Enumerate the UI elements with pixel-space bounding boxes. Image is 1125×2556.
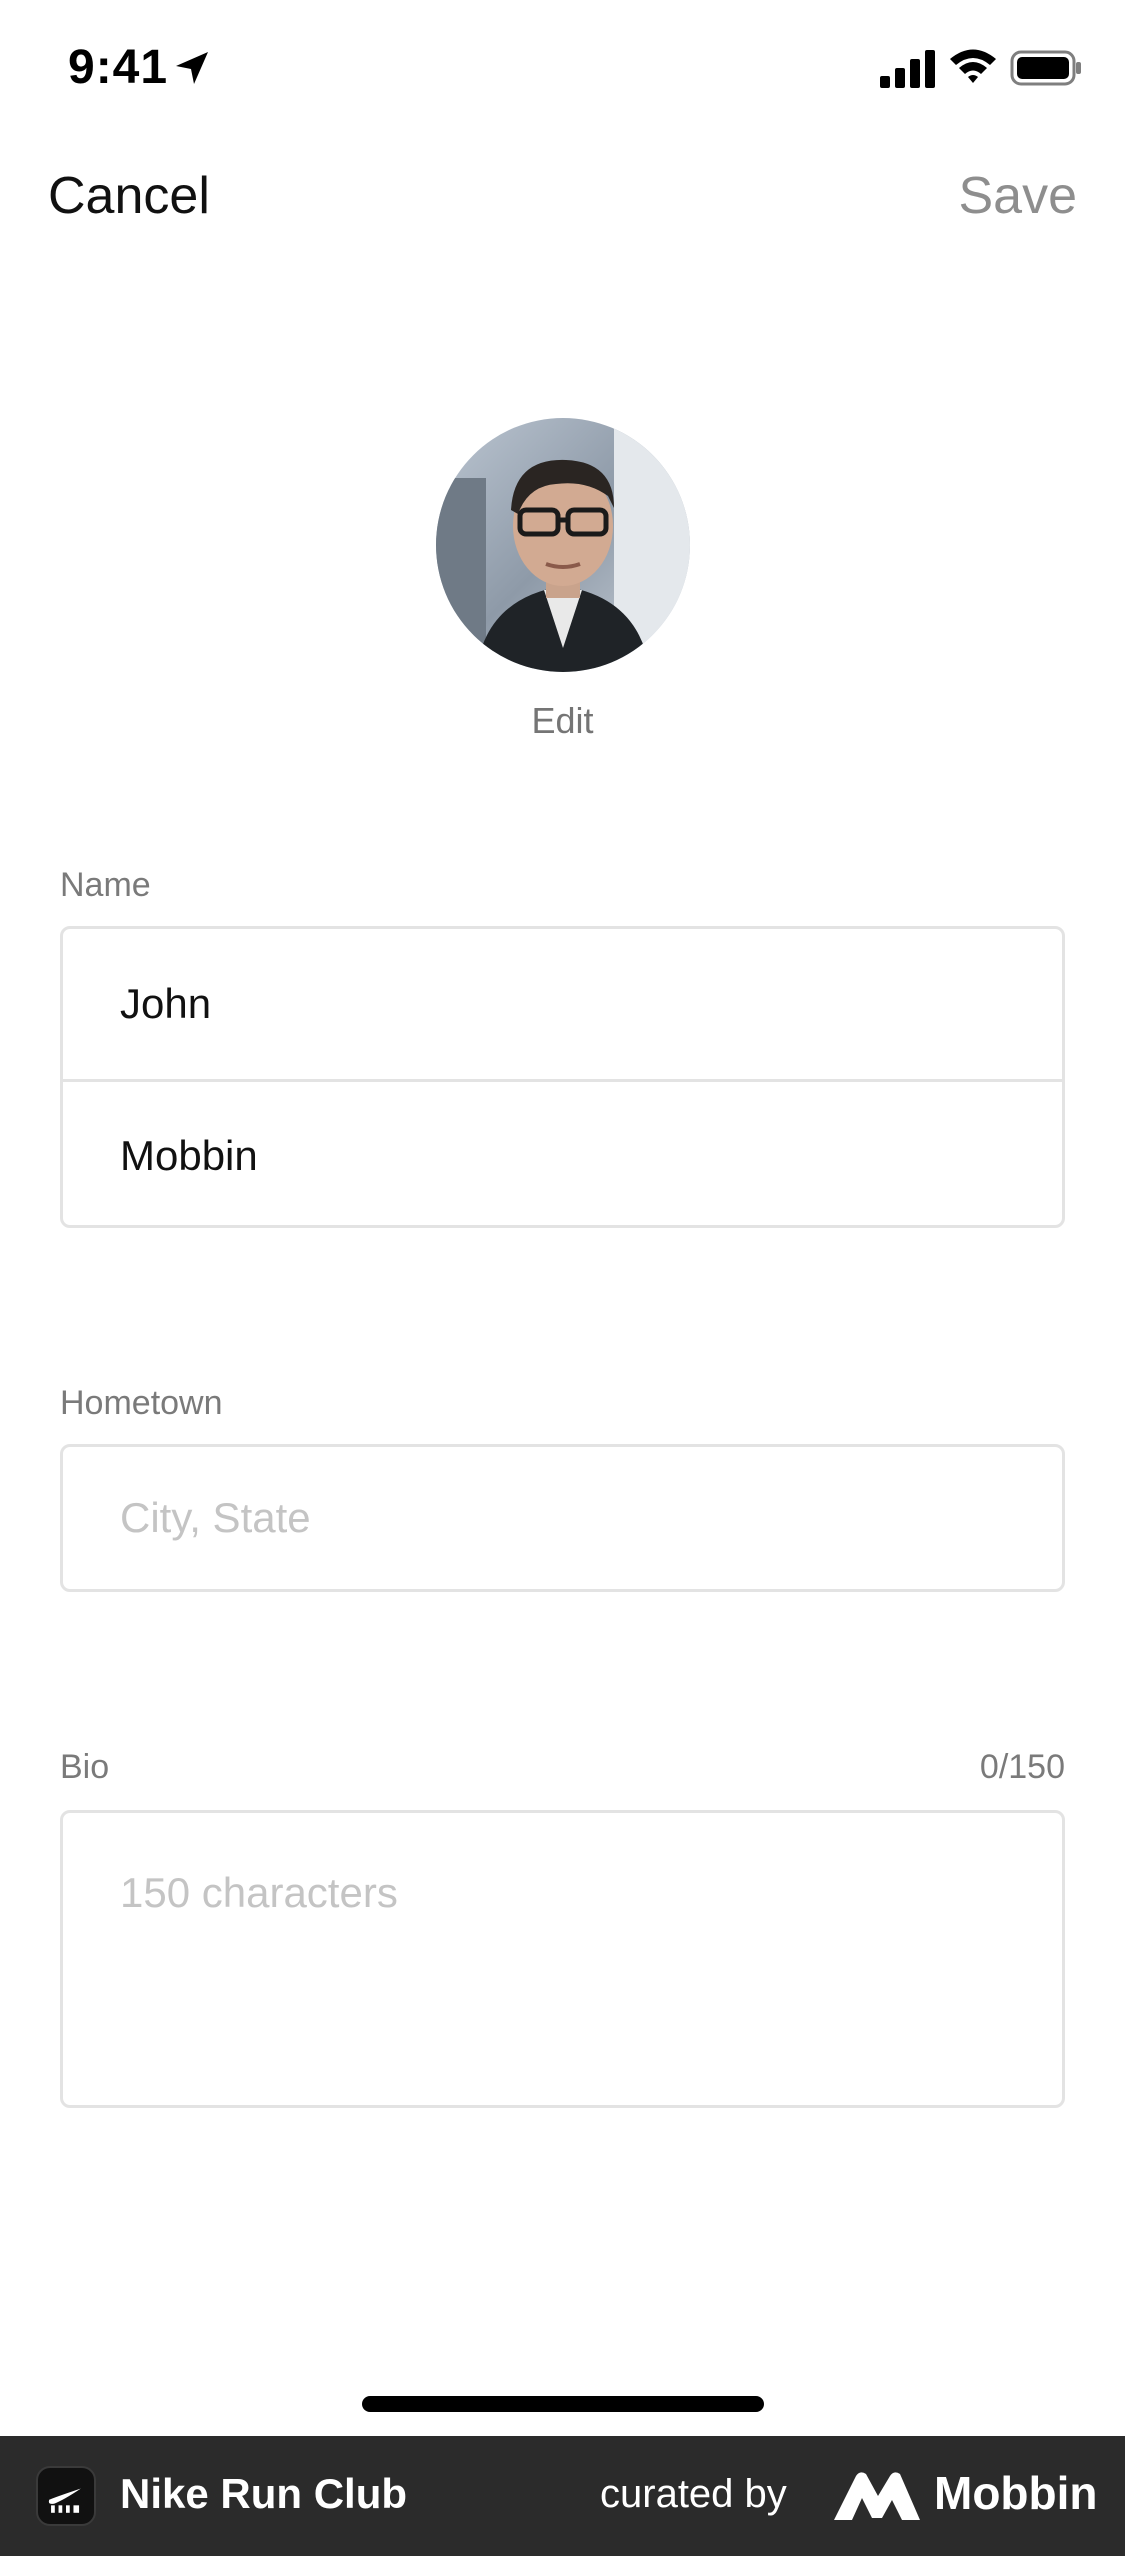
bio-label: Bio xyxy=(60,1748,110,1786)
status-bar: 9:41 xyxy=(0,0,1125,140)
profile-photo-image xyxy=(436,418,690,672)
footer-mobbin-brand: Mobbin xyxy=(934,2467,1098,2519)
name-fields: John Mobbin xyxy=(60,926,1065,1228)
save-button[interactable]: Save xyxy=(958,166,1077,226)
last-name-field[interactable]: Mobbin xyxy=(63,1079,1062,1229)
hometown-field[interactable]: City, State xyxy=(60,1444,1065,1592)
edit-photo-button[interactable]: Edit xyxy=(0,700,1125,742)
hometown-label: Hometown xyxy=(60,1384,223,1422)
home-indicator[interactable] xyxy=(362,2396,764,2412)
bio-character-counter: 0/150 xyxy=(979,1748,1065,1786)
mobbin-logo-icon xyxy=(834,2472,920,2520)
name-label: Name xyxy=(60,866,151,904)
location-arrow-icon xyxy=(176,52,208,84)
nike-run-club-app-icon xyxy=(36,2466,96,2526)
first-name-value: John xyxy=(120,980,212,1027)
cancel-button[interactable]: Cancel xyxy=(48,166,210,226)
footer-curated-by: curated by xyxy=(600,2472,787,2516)
wifi-icon xyxy=(950,49,996,83)
profile-avatar[interactable] xyxy=(436,418,690,672)
cellular-signal-icon xyxy=(880,50,935,88)
last-name-value: Mobbin xyxy=(120,1131,258,1179)
footer-banner: Nike Run Club curated by Mobbin xyxy=(0,2436,1125,2556)
status-time: 9:41 xyxy=(68,41,169,94)
bio-placeholder: 150 characters xyxy=(120,1869,398,1916)
bio-field[interactable]: 150 characters xyxy=(60,1810,1065,2108)
battery-icon xyxy=(1010,50,1081,86)
hometown-placeholder: City, State xyxy=(120,1494,311,1541)
footer-app-name: Nike Run Club xyxy=(120,2470,408,2517)
first-name-field[interactable]: John xyxy=(63,929,1062,1079)
